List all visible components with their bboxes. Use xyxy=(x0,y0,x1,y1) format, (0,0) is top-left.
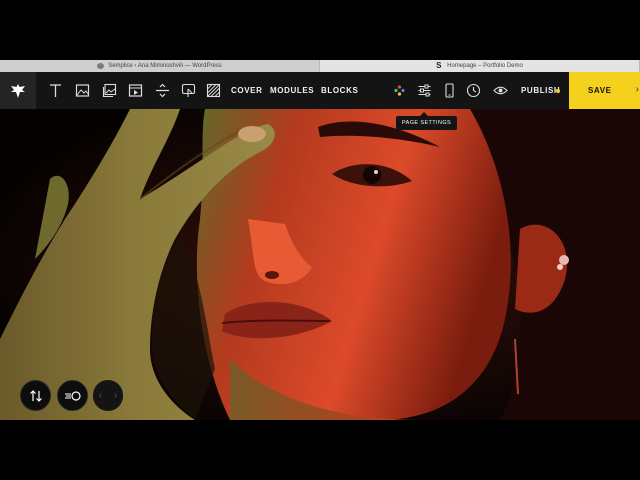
page-settings-button[interactable] xyxy=(416,82,433,99)
add-button-button[interactable] xyxy=(180,82,197,99)
add-gallery-button[interactable] xyxy=(101,82,118,99)
color-dots-icon xyxy=(394,85,405,96)
section-pager: ‹ › xyxy=(93,380,123,411)
unpublished-status-dot xyxy=(556,89,560,93)
wordpress-favicon-icon xyxy=(97,63,105,69)
page-settings-tooltip: PAGE SETTINGS xyxy=(396,112,458,130)
add-text-button[interactable] xyxy=(47,82,64,99)
add-spacer-button[interactable] xyxy=(154,82,171,99)
eagle-logo-icon xyxy=(11,83,25,98)
browser-tab-strip: Semplice ‹ Ana Miminoshvili — WordPress … xyxy=(0,60,640,72)
sort-arrows-icon xyxy=(29,389,42,402)
browser-tab-homepage[interactable]: S Homepage – Portfolio Demo xyxy=(320,60,640,72)
cover-tab[interactable]: COVER xyxy=(231,86,262,95)
add-image-button[interactable] xyxy=(74,82,91,99)
pattern-icon xyxy=(206,83,221,98)
preview-button[interactable] xyxy=(492,82,509,99)
portrait-photo xyxy=(0,109,640,420)
chevron-left-icon[interactable]: ‹ xyxy=(99,390,102,401)
browser-tab-title: Semplice ‹ Ana Miminoshvili — WordPress xyxy=(108,63,222,69)
chevron-right-icon[interactable]: › xyxy=(114,390,117,401)
chevron-right-icon[interactable]: › xyxy=(636,84,639,95)
gallery-icon xyxy=(102,83,117,98)
phone-icon xyxy=(445,83,454,98)
blocks-tab[interactable]: BLOCKS xyxy=(321,86,358,95)
customize-colors-button[interactable] xyxy=(391,82,408,99)
semplice-logo[interactable] xyxy=(0,72,36,109)
browser-tab-title: Homepage – Portfolio Demo xyxy=(447,63,523,69)
publish-button[interactable]: PUBLISH xyxy=(521,86,560,95)
text-icon xyxy=(50,84,61,97)
add-video-button[interactable] xyxy=(127,82,144,99)
cover-image-canvas[interactable] xyxy=(0,109,640,420)
spacer-icon xyxy=(156,83,169,98)
modules-tab[interactable]: MODULES xyxy=(270,86,314,95)
motion-settings-button[interactable] xyxy=(57,380,88,411)
video-icon xyxy=(128,84,143,97)
editor-toolbar: COVER MODULES BLOCKS PUBLISH SAVE › xyxy=(0,72,640,109)
reorder-section-button[interactable] xyxy=(20,380,51,411)
semplice-favicon-icon: S xyxy=(436,61,442,70)
mobile-preview-button[interactable] xyxy=(441,82,458,99)
clock-icon xyxy=(466,83,481,98)
add-pattern-button[interactable] xyxy=(205,82,222,99)
button-icon xyxy=(181,83,196,97)
image-icon xyxy=(75,84,90,97)
motion-circle-icon xyxy=(64,390,81,401)
browser-tab-wordpress[interactable]: Semplice ‹ Ana Miminoshvili — WordPress xyxy=(0,60,320,72)
save-label: SAVE xyxy=(588,86,612,95)
eye-icon xyxy=(493,86,508,95)
revisions-button[interactable] xyxy=(465,82,482,99)
sliders-icon xyxy=(418,84,431,97)
save-button[interactable]: SAVE › xyxy=(569,72,640,109)
